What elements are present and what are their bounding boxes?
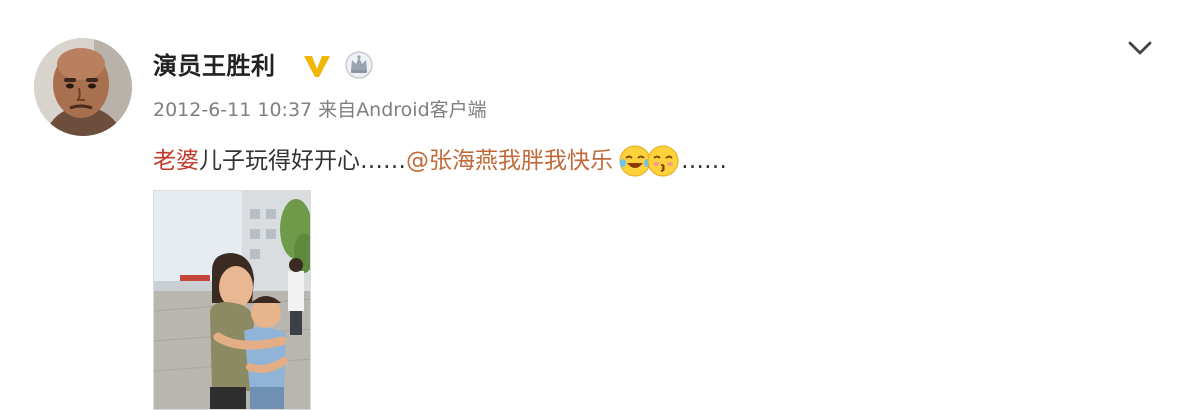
user-mention-link[interactable]: @张海燕我胖我快乐: [406, 144, 613, 178]
text-highlight: 老婆: [153, 148, 199, 174]
photo-image: [154, 191, 310, 409]
kiss-emoji: [647, 145, 679, 177]
weibo-post-card: 演员王胜利 2012-6-11 10:37 来自Android客户端 老婆 儿子玩…: [0, 0, 1190, 410]
avatar-image: [34, 38, 132, 136]
post-photo[interactable]: [153, 190, 311, 410]
post-source[interactable]: Android客户端: [356, 99, 486, 121]
source-prefix: 来自: [318, 99, 357, 121]
text-body: 儿子玩得好开心……: [199, 148, 406, 174]
post-text: 老婆 儿子玩得好开心…… @张海燕我胖我快乐 ……: [153, 143, 727, 179]
post-timestamp[interactable]: 2012-6-11 10:37: [153, 99, 312, 121]
post-meta: 2012-6-11 10:37 来自Android客户端: [153, 96, 487, 124]
author-name[interactable]: 演员王胜利: [153, 49, 276, 83]
text-tail: ……: [681, 148, 727, 174]
crown-icon[interactable]: [344, 50, 374, 80]
emoji-group: [619, 143, 679, 179]
chevron-down-icon[interactable]: [1125, 36, 1155, 60]
author-avatar[interactable]: [34, 38, 132, 136]
verified-v-icon[interactable]: [302, 52, 332, 80]
